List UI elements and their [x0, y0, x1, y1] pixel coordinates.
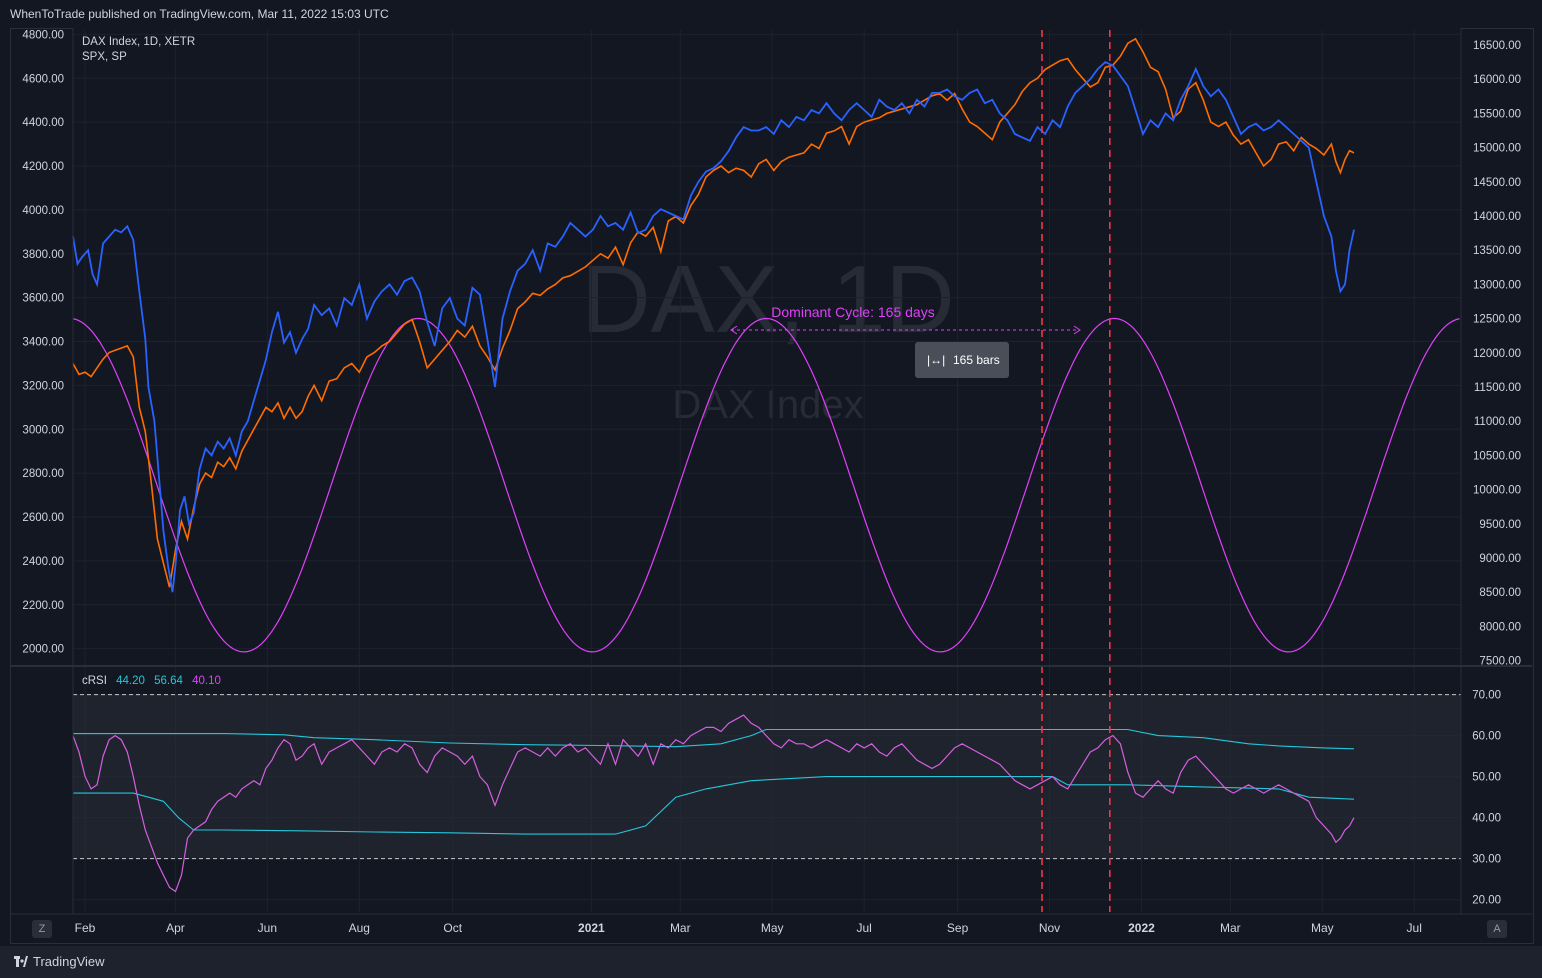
crsi-tick-label: 70.00: [1472, 690, 1501, 702]
time-tick-label: May: [761, 921, 784, 935]
time-tick-label: May: [1311, 921, 1334, 935]
time-tick-label: Nov: [1039, 921, 1060, 935]
left-tick-label: 4400.00: [22, 117, 64, 129]
time-tick-label: Jul: [856, 921, 871, 935]
right-tick-label: 8500.00: [1479, 587, 1521, 599]
time-tick-label: Sep: [947, 921, 969, 935]
right-tick-label: 13500.00: [1473, 245, 1521, 257]
time-tick-label: Oct: [443, 921, 462, 935]
crsi-tick-label: 60.00: [1472, 731, 1501, 743]
crsi-tick-label: 20.00: [1472, 895, 1501, 907]
right-tick-label: 9500.00: [1479, 519, 1521, 531]
right-tick-label: 10500.00: [1473, 450, 1521, 462]
watermark-symbol: DAX, 1D: [581, 246, 954, 353]
zoom-reset-button[interactable]: Z: [32, 920, 52, 938]
left-tick-label: 2600.00: [22, 512, 64, 524]
right-tick-label: 16000.00: [1473, 74, 1521, 86]
right-tick-label: 8000.00: [1479, 621, 1521, 633]
right-tick-label: 13000.00: [1473, 279, 1521, 291]
left-tick-label: 4200.00: [22, 161, 64, 173]
crsi-legend[interactable]: cRSI 44.20 56.64 40.10: [82, 675, 221, 687]
main-legend: DAX Index, 1D, XETR SPX, SP: [82, 35, 195, 65]
right-tick-label: 12000.00: [1473, 348, 1521, 360]
crsi-value-3: 40.10: [192, 675, 221, 687]
left-tick-label: 3800.00: [22, 249, 64, 261]
dominant-cycle-label: Dominant Cycle: 165 days: [771, 304, 934, 320]
crsi-legend-label: cRSI: [82, 675, 107, 687]
right-tick-label: 9000.00: [1479, 553, 1521, 565]
crsi-value-2: 56.64: [154, 675, 183, 687]
bars-label: 165 bars: [953, 353, 1000, 367]
right-axis: 16500.00 16000.00 15500.00 15000.00 14500.00…: [1473, 40, 1521, 668]
crsi-zone: [73, 694, 1461, 859]
crsi-tick-label: 30.00: [1472, 854, 1501, 866]
right-tick-label: 16500.00: [1473, 40, 1521, 52]
left-tick-label: 3000.00: [22, 424, 64, 436]
footer: TradingView: [0, 946, 1542, 978]
right-tick-label: 10000.00: [1473, 485, 1521, 497]
time-tick-label: Aug: [349, 921, 370, 935]
crsi-level-lines: [73, 694, 1461, 860]
tradingview-logo-icon: [14, 956, 28, 967]
chart-svg[interactable]: DAX, 1D DAX Index Dominant Cycle: 165 da…: [0, 0, 1542, 978]
crsi-tick-label: 40.00: [1472, 813, 1501, 825]
legend-dax[interactable]: DAX Index, 1D, XETR: [82, 35, 195, 50]
left-tick-label: 2200.00: [22, 600, 64, 612]
left-tick-label: 4800.00: [22, 29, 64, 41]
left-tick-label: 3400.00: [22, 337, 64, 349]
time-tick-label: Feb: [75, 921, 96, 935]
left-axis: 4800.00 4600.00 4400.00 4200.00 4000.00 3800.…: [22, 29, 64, 655]
left-tick-label: 4000.00: [22, 205, 64, 217]
right-tick-label: 12500.00: [1473, 314, 1521, 326]
measure-range-icon: |↔|: [927, 353, 946, 367]
left-tick-label: 2000.00: [22, 644, 64, 656]
right-tick-label: 11000.00: [1474, 416, 1521, 428]
time-tick-label: Mar: [1220, 921, 1241, 935]
right-tick-label: 14000.00: [1473, 211, 1521, 223]
bars-measure-tooltip: |↔| 165 bars: [915, 342, 1009, 378]
left-tick-label: 2800.00: [22, 468, 64, 480]
legend-spx[interactable]: SPX, SP: [82, 50, 195, 65]
time-tick-label: Jul: [1407, 921, 1422, 935]
time-tick-label: 2022: [1128, 921, 1155, 935]
left-tick-label: 4600.00: [22, 73, 64, 85]
time-tick-label: Apr: [166, 921, 185, 935]
time-tick-label: 2021: [578, 921, 605, 935]
crsi-axis: 70.00 60.00 50.00 40.00 30.00 20.00: [1472, 690, 1501, 907]
auto-scale-button[interactable]: A: [1487, 920, 1507, 938]
right-tick-label: 15000.00: [1473, 143, 1521, 155]
left-tick-label: 3200.00: [22, 380, 64, 392]
right-tick-label: 11500.00: [1474, 382, 1521, 394]
time-tick-label: Mar: [670, 921, 691, 935]
crsi-value-1: 44.20: [116, 675, 145, 687]
time-tick-label: Jun: [258, 921, 277, 935]
right-tick-label: 15500.00: [1473, 108, 1521, 120]
left-tick-label: 2400.00: [22, 556, 64, 568]
tradingview-brand[interactable]: TradingView: [33, 954, 105, 969]
time-axis: Feb Apr Jun Aug Oct 2021 Mar May Jul Sep Nov 2022 Ma…: [75, 921, 1422, 935]
crsi-tick-label: 50.00: [1472, 772, 1501, 784]
right-tick-label: 14500.00: [1473, 177, 1521, 189]
left-tick-label: 3600.00: [22, 293, 64, 305]
